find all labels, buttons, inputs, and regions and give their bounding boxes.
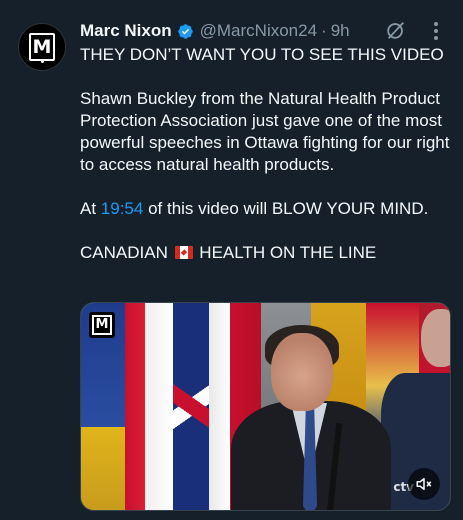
text-fragment: CANADIAN [80, 243, 173, 262]
text-fragment: of this video will BLOW YOUR MIND. [143, 199, 429, 218]
grok-icon[interactable] [385, 19, 407, 41]
timestamp-link[interactable]: 19:54 [101, 199, 144, 218]
mute-button[interactable] [408, 468, 440, 500]
verified-badge-icon [177, 23, 193, 39]
tweet-line-1: THEY DON’T WANT YOU TO SEE THIS VIDEO [80, 45, 444, 64]
timestamp[interactable]: 9h [331, 21, 350, 41]
author-name[interactable]: Marc Nixon [80, 21, 172, 41]
canada-flag-icon [174, 246, 193, 259]
tweet-paragraph-4: CANADIAN HEALTH ON THE LINE [80, 242, 452, 264]
channel-logo: M [89, 312, 115, 338]
tweet-paragraph-2: Shawn Buckley from the Natural Health Pr… [80, 89, 450, 174]
tweet-paragraph-3: At 19:54 of this video will BLOW YOUR MI… [80, 198, 452, 220]
more-icon[interactable] [433, 21, 439, 41]
video-player[interactable]: M ctv [80, 302, 451, 511]
tweet-text: THEY DON’T WANT YOU TO SEE THIS VIDEO Sh… [80, 44, 452, 264]
text-fragment: HEALTH ON THE LINE [194, 243, 377, 262]
video-flag [173, 303, 211, 510]
text-fragment: At [80, 199, 101, 218]
avatar-logo: M [29, 33, 55, 63]
video-flag [125, 303, 175, 510]
video-speaker [231, 325, 391, 510]
avatar[interactable]: M [18, 23, 66, 71]
tweet-header: Marc Nixon @MarcNixon24 · 9h [80, 19, 453, 43]
author-handle[interactable]: @MarcNixon24 [200, 21, 317, 41]
separator-dot: · [321, 21, 327, 40]
speaker-mute-icon [416, 478, 432, 490]
